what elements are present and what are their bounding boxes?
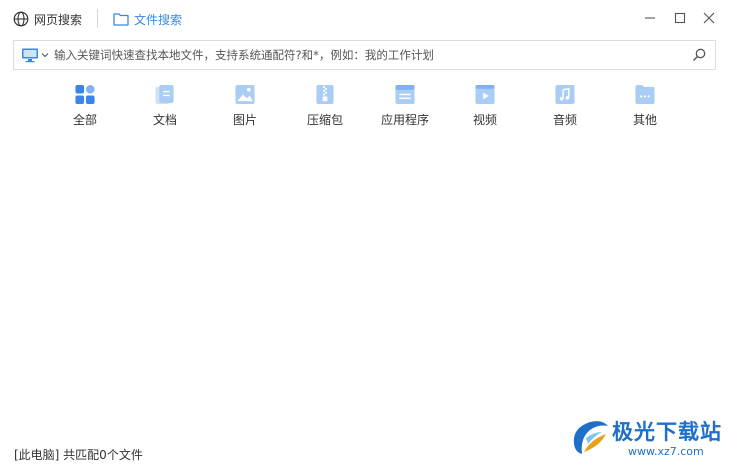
monitor-icon — [22, 48, 38, 63]
category-images[interactable]: 图片 — [205, 84, 285, 128]
document-icon — [155, 84, 174, 105]
search-scope-dropdown[interactable] — [21, 47, 49, 63]
music-icon — [555, 84, 575, 105]
category-label: 文档 — [152, 113, 177, 127]
application-icon — [395, 84, 415, 105]
tab-file-search[interactable]: 文件搜索 — [113, 9, 182, 29]
watermark: 极光下载站 www.xz7.com — [568, 414, 723, 464]
category-archives[interactable]: 压缩包 — [285, 84, 365, 128]
category-label: 音频 — [552, 113, 577, 127]
category-applications[interactable]: 应用程序 — [365, 84, 445, 128]
grid-icon — [75, 84, 95, 105]
close-button[interactable] — [700, 9, 718, 27]
watermark-logo-icon — [573, 421, 608, 454]
folder-more-icon — [635, 84, 655, 105]
category-label: 应用程序 — [380, 113, 429, 127]
category-all[interactable]: 全部 — [45, 84, 125, 128]
category-videos[interactable]: 视频 — [445, 84, 525, 128]
category-label: 图片 — [232, 113, 257, 127]
image-icon — [235, 84, 255, 105]
tab-divider — [97, 9, 98, 28]
category-label: 全部 — [72, 113, 97, 127]
search-input[interactable] — [54, 45, 674, 65]
category-filter-bar: 全部 文档 图片 压缩包 应用程序 视频 音频 其他 — [45, 84, 685, 128]
search-icon[interactable] — [691, 47, 707, 63]
close-icon — [703, 12, 715, 24]
tab-file-search-label: 文件搜索 — [134, 12, 183, 27]
category-label: 压缩包 — [306, 113, 343, 127]
category-documents[interactable]: 文档 — [125, 84, 205, 128]
category-audio[interactable]: 音频 — [525, 84, 605, 128]
title-bar: 网页搜索 文件搜索 — [0, 0, 730, 38]
folder-icon — [113, 13, 129, 26]
category-other[interactable]: 其他 — [605, 84, 685, 128]
watermark-url: www.xz7.com — [628, 445, 704, 458]
globe-icon — [13, 11, 29, 27]
minimize-icon — [645, 17, 655, 19]
maximize-icon — [674, 12, 686, 24]
chevron-down-icon — [41, 53, 49, 58]
status-text: [此电脑] 共匹配0个文件 — [14, 448, 143, 462]
watermark-name: 极光下载站 — [612, 420, 722, 444]
video-icon — [475, 84, 495, 105]
zip-icon — [316, 84, 334, 105]
tab-web-search-label: 网页搜索 — [34, 12, 83, 27]
minimize-button[interactable] — [641, 9, 659, 27]
category-label: 其他 — [632, 113, 657, 127]
search-bar — [13, 40, 716, 70]
maximize-button[interactable] — [671, 9, 689, 27]
tab-web-search[interactable]: 网页搜索 — [13, 9, 82, 29]
category-label: 视频 — [472, 113, 497, 127]
